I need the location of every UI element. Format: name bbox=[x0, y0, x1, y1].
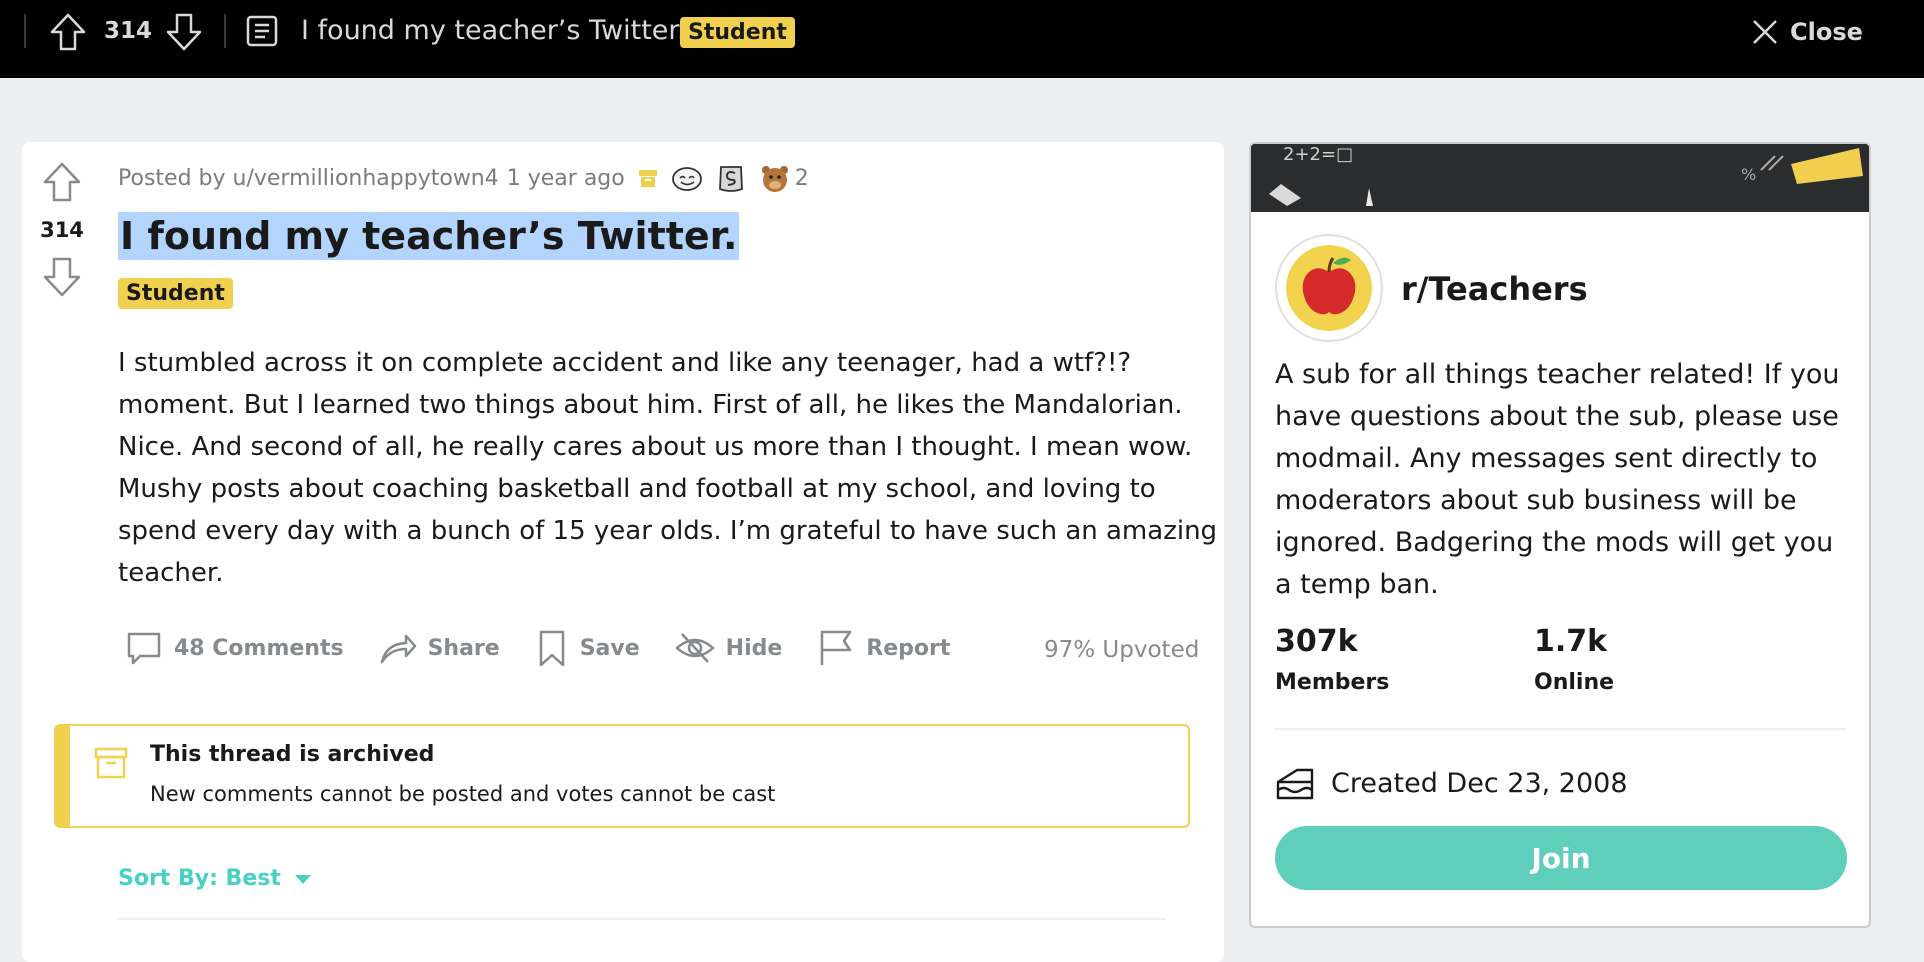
archive-icon bbox=[94, 747, 128, 779]
flair-badge[interactable]: Student bbox=[118, 278, 233, 309]
apple-icon bbox=[1286, 245, 1372, 331]
eye-slash-icon bbox=[674, 633, 715, 663]
share-icon bbox=[380, 634, 416, 664]
created-date: Created Dec 23, 2008 bbox=[1275, 764, 1628, 802]
award-smile-icon[interactable] bbox=[671, 162, 703, 194]
post-title-topbar: I found my teacher’s Twitter. bbox=[301, 15, 686, 46]
close-button[interactable]: Close bbox=[1750, 12, 1863, 52]
archive-icon bbox=[638, 170, 657, 187]
comments-button[interactable]: 48 Comments bbox=[124, 628, 344, 668]
sort-dropdown[interactable]: Sort By: Best bbox=[118, 866, 317, 891]
members-label: Members bbox=[1275, 670, 1390, 695]
post-body: I stumbled across it on complete acciden… bbox=[118, 348, 1218, 588]
caret-down-icon bbox=[294, 874, 311, 884]
close-label: Close bbox=[1790, 18, 1863, 46]
join-button[interactable]: Join bbox=[1275, 826, 1847, 890]
subreddit-description: A sub for all things teacher related! If… bbox=[1275, 359, 1840, 600]
share-button[interactable]: Share bbox=[378, 628, 500, 668]
post-text-icon bbox=[246, 15, 278, 47]
archived-text: New comments cannot be posted and votes … bbox=[150, 782, 776, 806]
created-text: Created Dec 23, 2008 bbox=[1331, 767, 1628, 799]
post-meta: Posted by u/vermillionhappytown4 1 year … bbox=[118, 160, 809, 196]
report-button[interactable]: Report bbox=[816, 628, 950, 668]
post-actions: 48 Comments Share Save Hide Report bbox=[124, 620, 984, 676]
award-count: 2 bbox=[794, 165, 809, 191]
report-label: Report bbox=[866, 635, 951, 661]
downvote-arrow-icon[interactable] bbox=[162, 10, 206, 54]
save-label: Save bbox=[579, 635, 640, 661]
upvote-arrow-icon[interactable] bbox=[46, 10, 90, 54]
post-title: I found my teacher’s Twitter. bbox=[118, 212, 740, 260]
post-card: 314 Posted by u/vermillionhappytown4 1 y… bbox=[22, 142, 1224, 962]
hide-label: Hide bbox=[725, 635, 783, 661]
sort-label: Sort By: Best bbox=[118, 866, 281, 891]
award-silver-icon[interactable] bbox=[715, 162, 747, 194]
banner-text: 2+2=□ bbox=[1283, 144, 1353, 165]
subreddit-sidebar: 2+2=□ % r/Teachers A sub for all things … bbox=[1249, 142, 1871, 928]
archived-title: This thread is archived bbox=[150, 742, 435, 767]
upvote-ratio: 97% Upvoted bbox=[1044, 637, 1200, 663]
subreddit-name[interactable]: r/Teachers bbox=[1401, 270, 1588, 308]
flag-icon bbox=[821, 630, 852, 665]
divider bbox=[24, 14, 26, 48]
svg-text:%: % bbox=[1741, 165, 1756, 184]
vote-score: 314 bbox=[104, 18, 153, 44]
bookmark-icon bbox=[539, 630, 564, 667]
hide-button[interactable]: Hide bbox=[674, 628, 783, 668]
divider bbox=[224, 14, 226, 48]
chalkboard-banner: 2+2=□ % bbox=[1251, 144, 1869, 212]
award-bear-icon[interactable] bbox=[759, 162, 791, 194]
comments-label: 48 Comments bbox=[174, 635, 344, 661]
vote-score: 314 bbox=[40, 218, 84, 242]
post-time[interactable]: 1 year ago bbox=[507, 166, 625, 191]
online-label: Online bbox=[1534, 670, 1615, 695]
online-count: 1.7k bbox=[1534, 624, 1608, 659]
author-link[interactable]: Posted by u/vermillionhappytown4 bbox=[118, 166, 499, 191]
save-button[interactable]: Save bbox=[534, 628, 640, 668]
cake-icon bbox=[1276, 768, 1314, 800]
upvote-arrow-icon[interactable] bbox=[39, 159, 85, 205]
post-top-bar: 314 I found my teacher’s Twitter. Studen… bbox=[0, 0, 1924, 78]
downvote-arrow-icon[interactable] bbox=[39, 254, 85, 300]
archived-notice: This thread is archived New comments can… bbox=[54, 724, 1190, 828]
share-label: Share bbox=[427, 635, 500, 661]
divider bbox=[118, 918, 1166, 920]
subreddit-avatar[interactable] bbox=[1275, 234, 1383, 342]
flair-badge[interactable]: Student bbox=[680, 17, 795, 48]
divider bbox=[1275, 728, 1847, 730]
comment-icon bbox=[127, 632, 161, 665]
close-icon bbox=[1753, 20, 1777, 44]
members-count: 307k bbox=[1275, 624, 1358, 659]
